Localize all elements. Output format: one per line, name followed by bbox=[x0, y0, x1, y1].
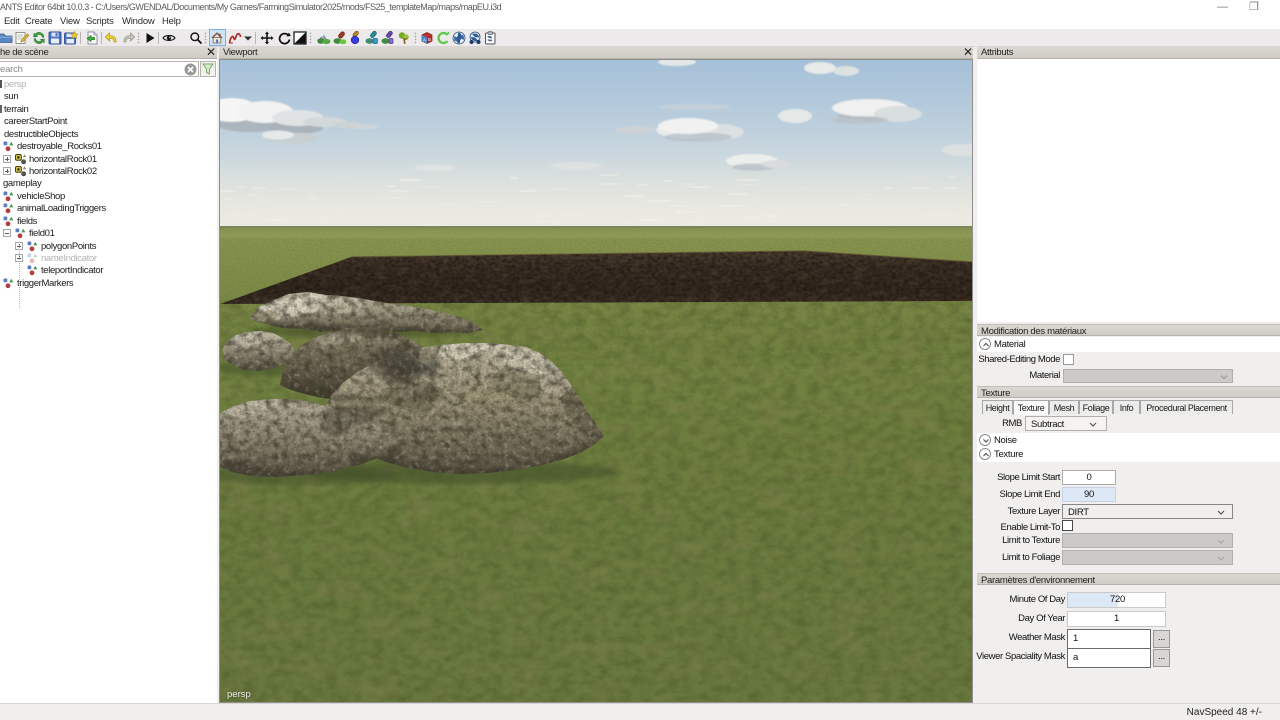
svg-text:B: B bbox=[428, 37, 431, 42]
svg-text:A: A bbox=[423, 38, 426, 43]
